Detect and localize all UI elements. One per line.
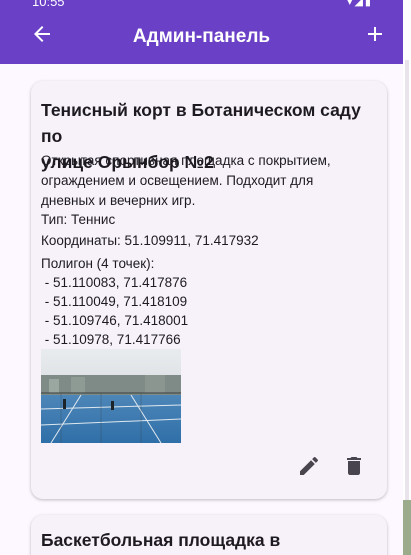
description-line: дневных и вечерних игр.: [41, 193, 196, 208]
status-bar: 10:55 ▾◢▮: [0, 0, 403, 12]
facility-title-line: Баскетбольная площадка в: [41, 530, 281, 550]
polygon-point: - 51.110049, 71.418109: [41, 294, 188, 309]
side-background: [403, 0, 411, 555]
status-time: 10:55: [32, 0, 65, 9]
polygon-point: - 51.110083, 71.417876: [41, 275, 188, 290]
page-title: Админ-панель: [132, 26, 271, 47]
app-bar: Админ-панель: [0, 12, 403, 64]
trash-icon[interactable]: [342, 454, 366, 478]
facility-type: Тип: Теннис: [41, 212, 116, 227]
facility-card[interactable]: Тенисный корт в Ботаническом саду по ули…: [31, 81, 387, 499]
facility-photo: [41, 349, 181, 443]
description-line: ограждением и освещением. Подходит для: [41, 173, 314, 188]
scrollbar[interactable]: [405, 60, 409, 500]
plus-icon[interactable]: [363, 22, 387, 46]
polygon-point: - 51.109746, 71.418001: [41, 313, 189, 328]
facility-coordinates: Координаты: 51.109911, 71.417932: [41, 233, 259, 248]
pencil-icon[interactable]: [297, 454, 321, 478]
facility-card[interactable]: Баскетбольная площадка в: [31, 515, 387, 555]
facility-title: Баскетбольная площадка в: [41, 527, 377, 553]
background-image-edge: [403, 500, 411, 555]
polygon-point: - 51.10978, 71.417766: [41, 332, 181, 347]
facility-description: Открытая спортивная площадка с покрытием…: [41, 151, 377, 211]
polygon-header: Полигон (4 точек):: [41, 256, 155, 271]
admin-panel-screen: 10:55 ▾◢▮ Админ-панель Тенисный корт в Б…: [0, 0, 403, 555]
status-icons: ▾◢▮: [346, 0, 373, 8]
facility-title-line: Тенисный корт в Ботаническом саду по: [41, 100, 361, 146]
description-line: Открытая спортивная площадка с покрытием…: [41, 153, 331, 168]
